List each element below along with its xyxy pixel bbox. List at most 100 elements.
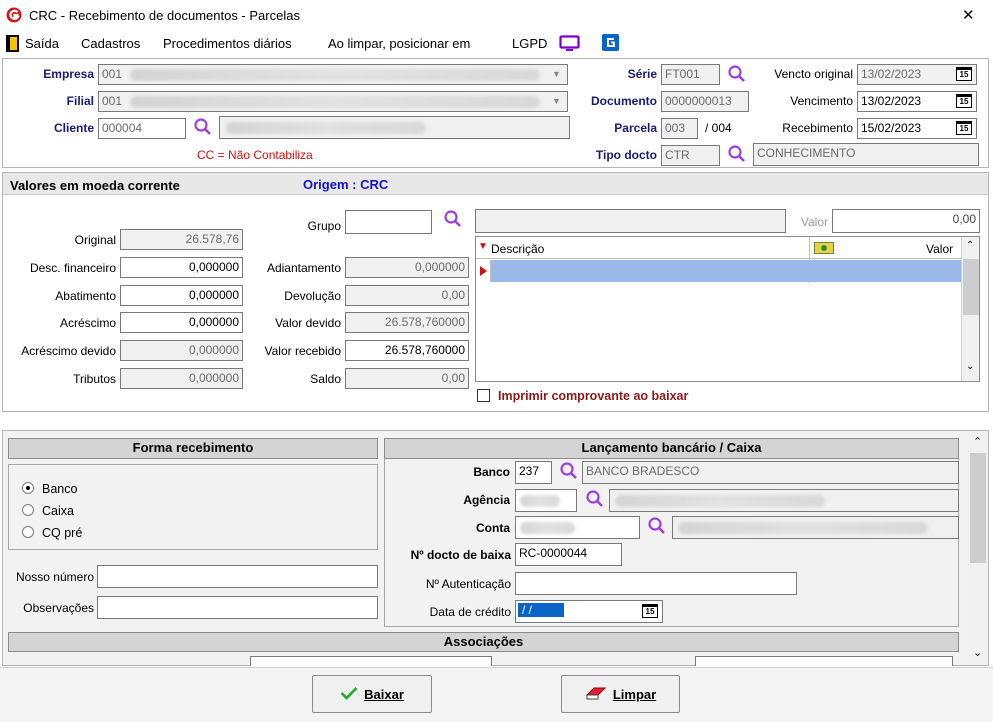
parcela-total: / 004 xyxy=(705,121,732,135)
grid-row[interactable] xyxy=(491,260,961,282)
search-icon[interactable] xyxy=(727,144,747,164)
exit-door-icon[interactable] xyxy=(6,35,19,52)
money-icon xyxy=(814,242,834,254)
banco-value: 237 xyxy=(519,464,540,478)
search-icon[interactable] xyxy=(647,516,667,536)
data-credito-input[interactable]: / / xyxy=(515,600,663,623)
radio-banco[interactable] xyxy=(22,482,34,494)
chevron-up-icon[interactable]: ⌃ xyxy=(966,240,974,251)
adiantamento-value: 0,000000 xyxy=(414,260,465,274)
limpar-button[interactable]: Limpar xyxy=(561,675,680,713)
radio-cq-pre[interactable] xyxy=(22,526,34,538)
recebimento-value: 15/02/2023 xyxy=(861,121,922,135)
monitor-icon[interactable] xyxy=(559,35,580,52)
parcela-value: 003 xyxy=(665,121,686,135)
documento-input[interactable]: 0000000013 xyxy=(661,91,749,112)
tipo-docto-input[interactable]: CTR xyxy=(661,145,720,166)
original-input[interactable]: 26.578,76 xyxy=(120,229,243,250)
title-bar: CRC - Recebimento de documentos - Parcel… xyxy=(0,0,993,30)
menu-saida[interactable]: Saída xyxy=(25,36,59,51)
valor-devido-input[interactable]: 26.578,760000 xyxy=(345,312,469,333)
abatimento-input[interactable]: 0,000000 xyxy=(120,285,243,306)
vencimento-value: 13/02/2023 xyxy=(861,94,922,108)
baixar-button[interactable]: Baixar xyxy=(312,675,432,713)
search-icon[interactable] xyxy=(193,117,213,137)
desc-financeiro-label: Desc. financeiro xyxy=(29,261,116,275)
chevron-down-icon[interactable]: ⌄ xyxy=(966,361,974,372)
desc-financeiro-input[interactable]: 0,000000 xyxy=(120,257,243,278)
cc-note: CC = Não Contabiliza xyxy=(197,148,313,162)
filial-redacted xyxy=(130,96,540,108)
imprimir-checkbox[interactable] xyxy=(477,389,490,402)
valor-label: Valor xyxy=(800,215,828,229)
lancamento-group xyxy=(384,459,959,627)
parcela-input[interactable]: 003 xyxy=(661,118,698,139)
calendar-icon[interactable]: 15 xyxy=(956,67,972,81)
calendar-icon[interactable]: 15 xyxy=(956,121,972,135)
docto-baixa-input[interactable]: RC-0000044 xyxy=(515,543,622,566)
valor-recebido-value: 26.578,760000 xyxy=(384,343,465,357)
grupo-input[interactable] xyxy=(345,210,432,234)
search-icon[interactable] xyxy=(443,209,463,229)
devolucao-input[interactable]: 0,00 xyxy=(345,285,469,306)
radio-caixa-label[interactable]: Caixa xyxy=(42,504,74,518)
vencto-original-value: 13/02/2023 xyxy=(861,67,922,81)
radio-caixa[interactable] xyxy=(22,504,34,516)
autenticacao-input[interactable] xyxy=(515,572,797,595)
chevron-down-icon[interactable]: ▼ xyxy=(552,69,561,79)
grid-sort-icon[interactable]: ▼ xyxy=(478,241,488,252)
search-icon[interactable] xyxy=(727,64,747,84)
radio-banco-label[interactable]: Banco xyxy=(42,482,77,496)
menu-procedimentos[interactable]: Procedimentos diários xyxy=(163,36,292,51)
chevron-down-icon[interactable]: ⌄ xyxy=(973,646,982,659)
associacoes-field-right[interactable] xyxy=(695,656,953,666)
valor-value: 0,00 xyxy=(952,212,976,226)
banco-input[interactable]: 237 xyxy=(515,461,552,484)
cliente-input[interactable]: 000004 xyxy=(98,118,186,139)
grid-scrollbar[interactable]: ⌃ ⌄ xyxy=(961,237,979,381)
adiantamento-input[interactable]: 0,000000 xyxy=(345,257,469,278)
serie-value: FT001 xyxy=(665,67,700,81)
calendar-icon[interactable]: 15 xyxy=(642,604,658,618)
serie-label: Série xyxy=(627,67,657,81)
lower-scroll-thumb[interactable] xyxy=(970,453,986,563)
origem-label: Origem : CRC xyxy=(303,177,389,192)
cliente-redacted xyxy=(226,122,426,134)
valor-recebido-input[interactable]: 26.578,760000 xyxy=(345,340,469,361)
saldo-value: 0,00 xyxy=(441,371,465,385)
calendar-icon[interactable]: 15 xyxy=(956,94,972,108)
imprimir-label[interactable]: Imprimir comprovante ao baixar xyxy=(498,389,688,403)
lower-scrollbar[interactable]: ⌃ ⌄ xyxy=(968,431,988,665)
grid-col-descricao[interactable]: Descrição xyxy=(491,242,544,256)
data-credito-value: / / xyxy=(518,603,564,617)
abatimento-value: 0,000000 xyxy=(188,288,239,302)
associacoes-title: Associações xyxy=(443,634,524,649)
serie-input[interactable]: FT001 xyxy=(661,64,720,85)
grid-scroll-thumb[interactable] xyxy=(963,259,979,315)
menu-ao-limpar[interactable]: Ao limpar, posicionar em xyxy=(328,36,470,51)
radio-cq-pre-label[interactable]: CQ pré xyxy=(42,526,82,540)
menu-bar xyxy=(0,30,993,56)
nosso-numero-input[interactable] xyxy=(97,565,378,588)
acrescimo-input[interactable]: 0,000000 xyxy=(120,312,243,333)
chevron-down-icon[interactable]: ▼ xyxy=(552,96,561,106)
close-icon[interactable]: ✕ xyxy=(962,6,975,24)
adiantamento-label: Adiantamento xyxy=(266,261,341,275)
grid-col-valor[interactable]: Valor xyxy=(926,242,953,256)
saldo-input[interactable]: 0,00 xyxy=(345,368,469,389)
observacoes-input[interactable] xyxy=(97,596,378,619)
acrescimo-devido-input[interactable]: 0,000000 xyxy=(120,340,243,361)
banco-name-field: BANCO BRADESCO xyxy=(582,461,959,484)
chevron-up-icon[interactable]: ⌃ xyxy=(973,435,982,448)
search-icon[interactable] xyxy=(585,489,605,509)
brand-g-icon[interactable] xyxy=(602,34,619,51)
menu-lgpd[interactable]: LGPD xyxy=(512,36,547,51)
search-icon[interactable] xyxy=(559,461,579,481)
valor-input[interactable]: 0,00 xyxy=(832,209,980,233)
grupo-label: Grupo xyxy=(307,219,341,233)
menu-cadastros[interactable]: Cadastros xyxy=(81,36,140,51)
tributos-input[interactable]: 0,000000 xyxy=(120,368,243,389)
tributos-label: Tributos xyxy=(73,372,116,386)
vencimento-label: Vencimento xyxy=(790,94,853,108)
associacoes-field-left[interactable] xyxy=(250,656,492,666)
